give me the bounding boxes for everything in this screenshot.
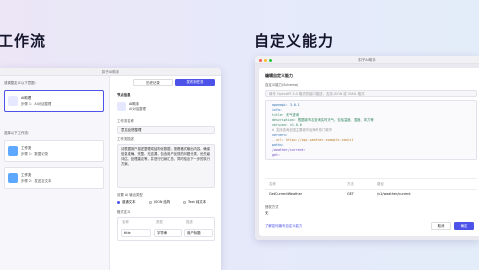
edit-dialog: 编辑自定义能力 自定义能力(Schema) 填写 OpenAPI 3.0 格式的… xyxy=(259,68,479,236)
table-divider xyxy=(265,189,477,190)
table-header: 路径 xyxy=(377,182,384,186)
table-header: 方法 xyxy=(347,182,354,186)
dialog-title: 编辑自定义能力 xyxy=(265,73,293,78)
auth-value: 无 xyxy=(265,211,269,215)
output-label: 设置 AI 输出类型 xyxy=(117,193,143,197)
table-header: 名称 xyxy=(122,220,129,224)
code-line: /weather/current: xyxy=(272,148,306,152)
cloud-icon xyxy=(8,173,18,183)
output-radio[interactable] xyxy=(183,201,186,204)
intent-card[interactable]: AI助理 步骤 1：AI对话整理 xyxy=(4,90,104,112)
wf-item-name: 工作流 xyxy=(21,146,32,150)
robot-icon xyxy=(117,102,126,111)
schema-hint: 填写 OpenAPI 3.0 格式的接口描述，支持 JSON 或 YAML 格式 xyxy=(269,91,365,96)
node-sub: AI对话整理 xyxy=(129,107,146,111)
intent-label: 或调整定义以下意图： xyxy=(4,81,38,85)
prompt-textarea[interactable]: 请根据用户描述整理成结构化数据，按照格式输出内容，确保信息准确、完整、无遗漏，包… xyxy=(117,144,215,188)
history-button[interactable]: 历史记录 xyxy=(133,79,173,86)
code-line: title: 天气查询 xyxy=(272,113,300,117)
cell-text: title xyxy=(124,231,131,235)
output-option: Text 纯文本 xyxy=(188,200,207,204)
close-dot-icon[interactable] xyxy=(259,58,262,62)
wf-item[interactable]: 工作流 步骤 1：数据记录 xyxy=(4,140,104,162)
intent-card-desc: 步骤 1：AI对话整理 xyxy=(21,102,52,106)
api-method: GET xyxy=(347,192,354,196)
left-window-title: 扣子AI助手 xyxy=(101,70,120,74)
api-path: /v1/weather/current xyxy=(377,192,411,196)
cell-text: 字符串 xyxy=(157,231,168,235)
prompt-label: 工作流描述 xyxy=(117,137,134,141)
config-input[interactable]: 意见反馈整理 xyxy=(117,126,215,134)
workflow-icon xyxy=(8,146,18,156)
format-table: 名称 类型 描述 title 字符串 用户标题 xyxy=(117,217,215,241)
right-heading: 自定义能力 xyxy=(254,32,335,50)
code-line: # 支持查询全国主要城市及海外热门城市 xyxy=(272,128,333,132)
maximize-dot-icon[interactable] xyxy=(269,58,272,62)
workflow-hint: 选择以下工作流： xyxy=(4,131,32,135)
right-titlebar: 扣子AI助手 xyxy=(255,56,479,64)
code-editor[interactable]: openapi: 3.0.1 info: title: 天气查询 descrip… xyxy=(265,100,477,160)
config-value: 意见反馈整理 xyxy=(121,128,142,132)
robot-icon xyxy=(8,96,18,106)
output-option: JSON 结构 xyxy=(154,200,171,204)
table-header: 描述 xyxy=(186,220,193,224)
table-label: 格式定义 xyxy=(117,210,131,214)
wf-item[interactable]: 工作流 步骤 2：发送至文本 xyxy=(4,167,104,189)
config-label: 工作流名称 xyxy=(117,119,134,123)
wf-item-desc: 步骤 2：发送至文本 xyxy=(21,179,52,183)
detail-section: 节点信息 xyxy=(117,93,131,97)
code-line: openapi: 3.0.1 xyxy=(272,103,300,107)
code-line: servers: xyxy=(272,133,288,137)
help-link[interactable]: 了解如何编写自定义能力 xyxy=(265,224,302,228)
api-table: 名称 方法 路径 GetCurrentWeather GET /v1/weath… xyxy=(265,178,477,200)
left-heading: 工作流 xyxy=(0,32,47,50)
table-cell[interactable]: 用户标题 xyxy=(184,229,213,237)
cancel-button[interactable]: 取消 xyxy=(431,222,451,230)
wf-item-desc: 步骤 1：数据记录 xyxy=(21,152,48,156)
left-window: 扣子AI助手 或调整定义以下意图： AI助理 步骤 1：AI对话整理 选择以下工… xyxy=(0,68,221,270)
code-line: - url: https://api.weather.example.com/v… xyxy=(272,138,354,142)
prompt-text: 请根据用户描述整理成结构化数据，按照格式输出内容，确保信息准确、完整、无遗漏，包… xyxy=(121,147,211,166)
left-titlebar: 扣子AI助手 xyxy=(0,68,221,76)
wf-item-name: 工作流 xyxy=(21,173,32,177)
table-cell[interactable]: 字符串 xyxy=(154,229,182,237)
detail-pane: 历史记录 发布到任务 节点信息 AI助手 AI对话整理 工作流名称 意见反馈整理… xyxy=(111,76,221,270)
output-option: 普通文本 xyxy=(122,200,136,204)
minimize-dot-icon[interactable] xyxy=(264,58,267,62)
intent-card-name: AI助理 xyxy=(21,96,32,100)
code-line: paths: xyxy=(272,143,284,147)
right-window: 扣子AI助手 编辑自定义能力 自定义能力(Schema) 填写 OpenAPI … xyxy=(255,56,479,240)
schema-hint-input[interactable]: 填写 OpenAPI 3.0 格式的接口描述，支持 JSON 或 YAML 格式 xyxy=(265,90,477,97)
window-controls xyxy=(259,58,272,62)
output-radio[interactable] xyxy=(117,201,120,204)
code-line: description: 根据城市名查询实时天气，包括温度、湿度、风力等 xyxy=(272,118,374,122)
code-line: version: v1.0.0 xyxy=(272,123,302,127)
auth-label: 授权方式 xyxy=(265,205,279,209)
publish-button[interactable]: 发布到任务 xyxy=(175,79,215,86)
schema-label: 自定义能力(Schema) xyxy=(265,83,299,87)
table-header: 名称 xyxy=(269,182,276,186)
node-name: AI助手 xyxy=(129,102,140,106)
table-cell[interactable]: title xyxy=(121,229,151,237)
output-radio[interactable] xyxy=(149,201,152,204)
cell-text: 用户标题 xyxy=(187,231,201,235)
code-line: get: xyxy=(272,153,280,157)
confirm-button[interactable]: 确定 xyxy=(454,222,474,230)
table-header: 类型 xyxy=(156,220,163,224)
code-line: info: xyxy=(272,108,282,112)
left-pane: 或调整定义以下意图： AI助理 步骤 1：AI对话整理 选择以下工作流： 工作流… xyxy=(0,76,110,270)
api-name: GetCurrentWeather xyxy=(269,192,303,196)
right-window-title: 扣子AI助手 xyxy=(358,58,376,62)
